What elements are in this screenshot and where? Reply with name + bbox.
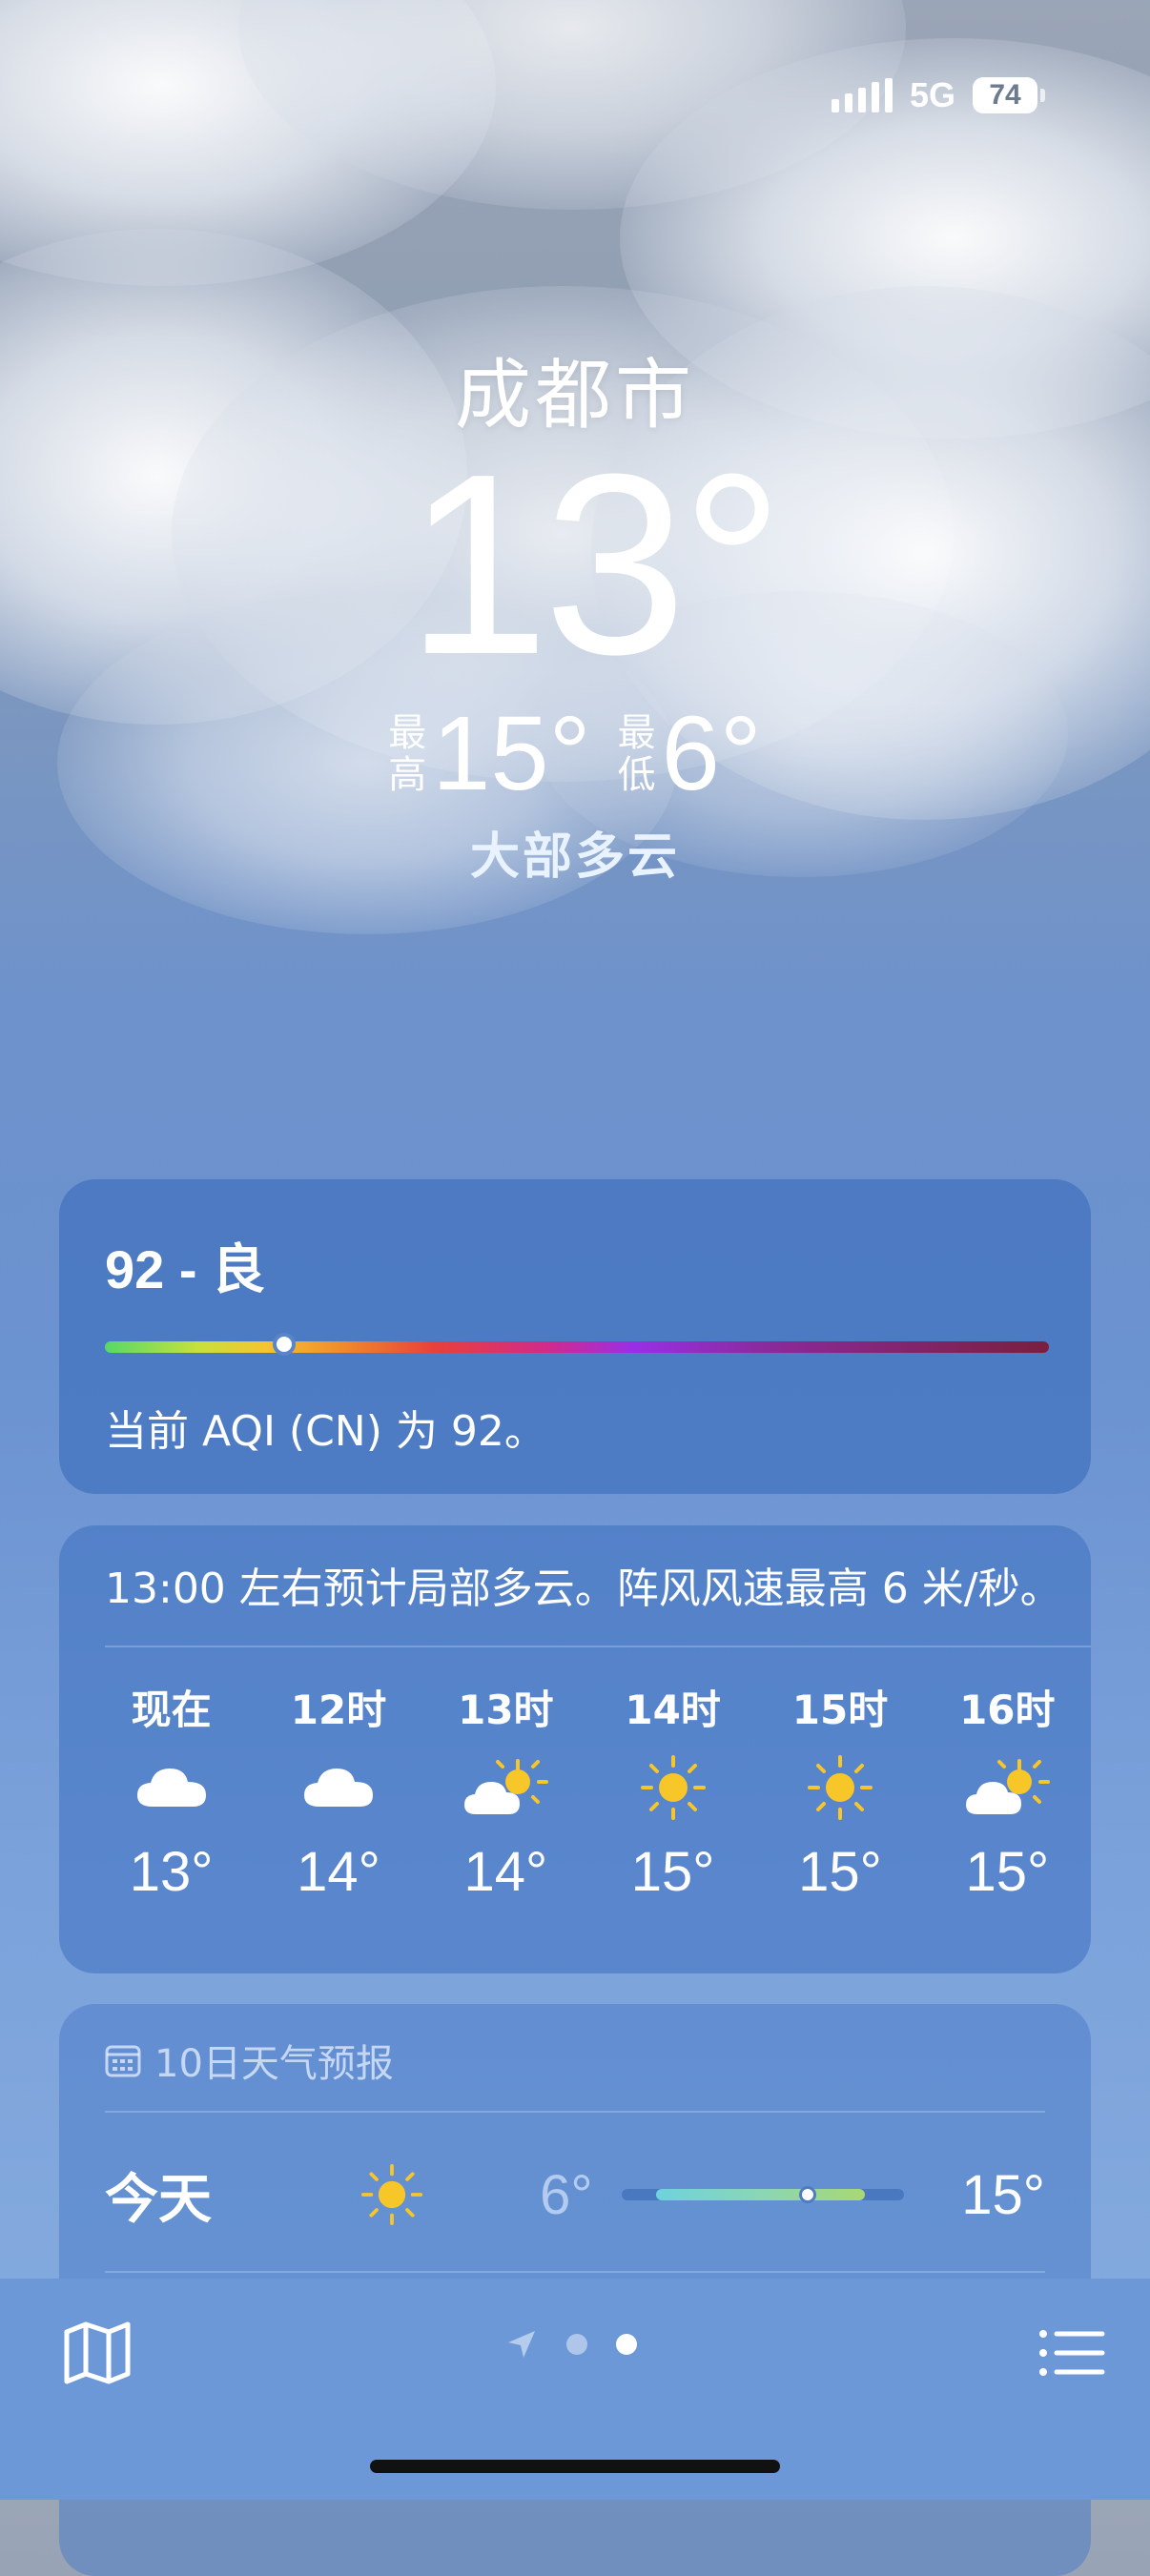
cellular-signal-icon — [831, 78, 893, 112]
divider — [105, 1646, 1091, 1647]
low-label-char-1: 最 — [617, 711, 656, 755]
location-arrow-icon — [508, 2331, 535, 2358]
forecast-header-label: 10日天气预报 — [154, 2042, 394, 2086]
high-label: 最高 — [388, 712, 426, 796]
hour-time: 12时 — [290, 1687, 387, 1733]
low-temperature: 6° — [661, 695, 762, 812]
low-label: 最低 — [618, 712, 656, 796]
high-temperature-group: 最高 15° — [388, 702, 590, 807]
city-list-button[interactable] — [1034, 2315, 1110, 2391]
current-weather: 成都市 13° 最高 15° 最低 6° 大部多云 — [0, 334, 1150, 888]
hour-temperature: 13° — [129, 1841, 214, 1903]
sun-icon — [640, 1735, 707, 1840]
sun-icon — [807, 1735, 873, 1840]
aqi-indicator-dot — [273, 1333, 297, 1356]
aqi-title: 92 - 良 — [105, 1239, 266, 1299]
high-low: 最高 15° 最低 6° — [0, 702, 1150, 807]
hour-item: 现在 13° — [88, 1678, 255, 1904]
cloud-icon — [302, 1735, 375, 1840]
high-label-char-1: 最 — [388, 711, 427, 755]
high-label-char-2: 高 — [388, 753, 427, 797]
sun-icon — [331, 2163, 453, 2226]
hourly-summary: 13:00 左右预计局部多云。阵风风速最高 6 米/秒。 — [105, 1564, 1062, 1613]
network-type: 5G — [909, 75, 955, 114]
battery-level: 74 — [973, 77, 1037, 113]
battery-icon: 74 — [973, 77, 1045, 113]
current-temperature: 13° — [405, 421, 784, 708]
cloud-icon — [135, 1735, 208, 1840]
hour-item: 13时 14° — [422, 1678, 589, 1904]
map-button[interactable] — [59, 2315, 135, 2391]
aqi-description: 当前 AQI (CN) 为 92。 — [105, 1407, 546, 1456]
divider — [105, 2111, 1045, 2113]
temperature-range-fill — [655, 2189, 865, 2200]
hour-temperature: 14° — [297, 1841, 380, 1903]
hour-time: 现在 — [131, 1687, 212, 1733]
current-temperature-marker — [798, 2186, 816, 2203]
map-icon — [64, 2321, 131, 2384]
page-dot-active — [616, 2334, 637, 2355]
hour-item: 14时 15° — [589, 1678, 756, 1904]
weather-condition: 大部多云 — [469, 828, 680, 886]
hourly-list[interactable]: 现在 13° 12时 14° 13时 14° 14时 15° 15时 15° 1… — [88, 1678, 1091, 1904]
page-indicator[interactable] — [505, 2328, 637, 2361]
forecast-header: 10日天气预报 — [105, 2033, 394, 2088]
page-dot — [566, 2334, 587, 2355]
hour-time: 15时 — [791, 1687, 889, 1733]
hour-temperature: 14° — [463, 1841, 548, 1903]
hour-temperature: 15° — [798, 1841, 882, 1903]
hour-time: 14时 — [625, 1687, 721, 1733]
hour-time: 13时 — [458, 1687, 554, 1733]
home-indicator — [370, 2460, 780, 2473]
hour-item: 16时 15° — [924, 1678, 1091, 1904]
hourly-forecast-card[interactable]: 13:00 左右预计局部多云。阵风风速最高 6 米/秒。 现在 13° 12时 … — [59, 1525, 1091, 1973]
temperature-range-bar — [621, 2186, 904, 2203]
hour-temperature: 15° — [965, 1841, 1050, 1903]
hour-temperature: 15° — [630, 1841, 715, 1903]
calendar-icon — [105, 2045, 141, 2077]
hour-item: 15时 15° — [756, 1678, 923, 1904]
high-temperature: 15° — [432, 695, 591, 812]
day-low: 6° — [540, 2163, 593, 2226]
air-quality-card[interactable]: 92 - 良 当前 AQI (CN) 为 92。 — [59, 1179, 1091, 1494]
partly-sunny-icon — [462, 1735, 549, 1840]
day-name: 今天 — [105, 2168, 212, 2231]
hour-time: 16时 — [959, 1687, 1056, 1733]
divider — [105, 2271, 1045, 2273]
low-label-char-2: 低 — [617, 753, 656, 797]
low-temperature-group: 最低 6° — [618, 702, 762, 807]
day-row-today[interactable]: 今天 6° 15° — [105, 2133, 1045, 2257]
aqi-scale-bar — [105, 1341, 1049, 1353]
day-high: 15° — [961, 2163, 1045, 2226]
status-bar: 5G 74 — [831, 67, 1045, 124]
list-icon — [1039, 2330, 1105, 2376]
partly-sunny-icon — [964, 1735, 1051, 1840]
hour-item: 12时 14° — [255, 1678, 421, 1904]
